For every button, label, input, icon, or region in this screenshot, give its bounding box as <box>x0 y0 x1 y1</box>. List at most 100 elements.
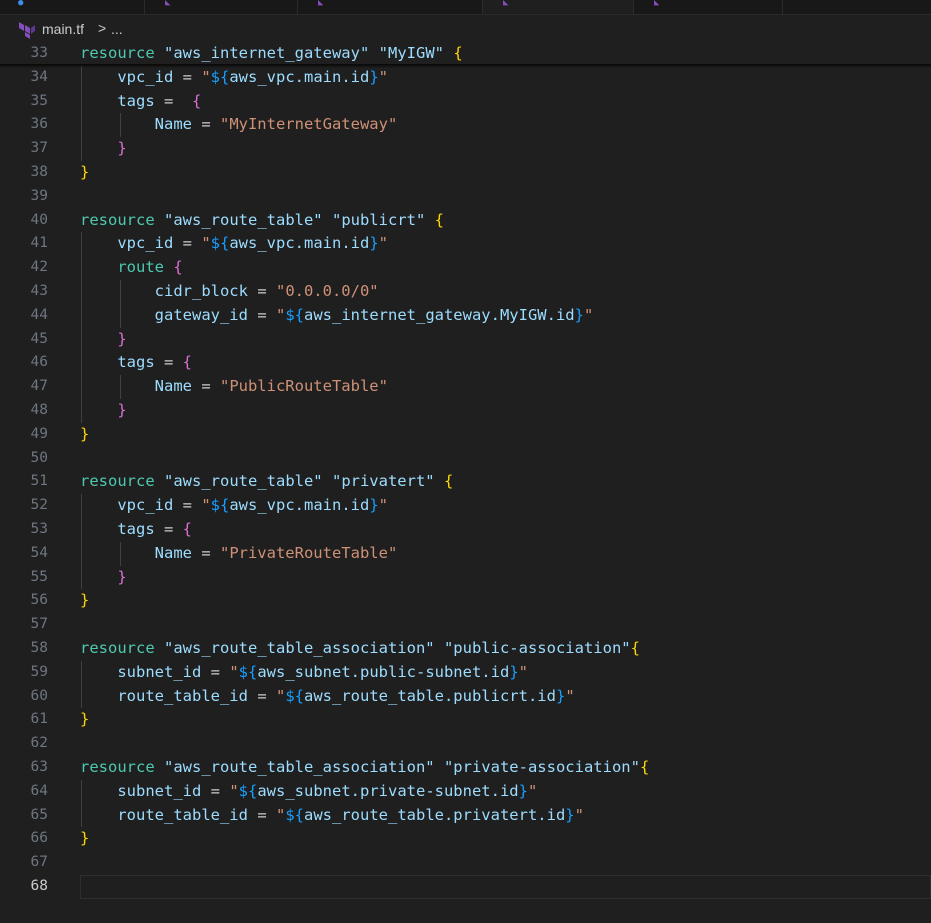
code-token: = <box>201 781 230 800</box>
indent-guide <box>81 113 82 138</box>
editor-tab[interactable]: ◣ <box>634 0 783 14</box>
code-text: } <box>80 161 89 185</box>
code-line[interactable]: 43 cidr_block = "0.0.0.0/0" <box>0 280 931 304</box>
code-line[interactable]: 67 <box>0 851 931 875</box>
code-line[interactable]: 40 resource "aws_route_table" "publicrt" … <box>0 209 931 233</box>
terraform-icon: ◣ <box>654 0 660 8</box>
code-token: vpc_id <box>80 496 174 515</box>
code-line[interactable]: 66} <box>0 827 931 851</box>
code-token: "MyInternetGateway" <box>219 115 398 134</box>
code-token: = <box>154 353 183 372</box>
code-text: route { <box>80 256 182 280</box>
code-text: resource "aws_route_table" "privatert" { <box>80 470 453 494</box>
code-line[interactable]: 64 subnet_id = "${aws_subnet.private-sub… <box>0 779 931 804</box>
code-token: } <box>117 567 127 586</box>
code-token: { <box>182 520 192 538</box>
line-number: 45 <box>30 330 48 347</box>
code-line[interactable]: 37 } <box>0 137 931 161</box>
code-token: gateway_id <box>80 305 248 324</box>
code-line[interactable]: 51 resource "aws_route_table" "privatert"… <box>0 470 931 494</box>
code-token: { <box>453 44 463 62</box>
line-number: 54 <box>30 544 48 561</box>
code-line[interactable]: 55 } <box>0 565 931 590</box>
code-line[interactable]: 42 route { <box>0 256 931 280</box>
breadcrumb-file[interactable]: main.tf <box>42 21 84 37</box>
code-line[interactable]: 60 route_table_id = "${aws_route_table.p… <box>0 684 931 709</box>
code-token: { <box>639 758 650 776</box>
code-line[interactable]: 62 <box>0 732 931 756</box>
code-token: "aws_internet_gateway" <box>164 44 370 62</box>
line-number: 68 <box>30 878 48 894</box>
code-token: " <box>201 496 211 515</box>
code-text: } <box>80 137 126 161</box>
code-line[interactable]: 68 <box>0 875 931 899</box>
editor-tab[interactable]: ● <box>0 0 145 14</box>
code-line[interactable]: 45 } <box>0 327 931 352</box>
code-line[interactable]: 59 subnet_id = "${aws_subnet.public-subn… <box>0 660 931 685</box>
code-token: ${ <box>285 305 304 324</box>
code-line[interactable]: 39 <box>0 185 931 209</box>
indent-guide <box>81 351 82 376</box>
code-line[interactable]: 48 } <box>0 399 931 423</box>
code-token: "privatert" <box>331 472 435 491</box>
code-line[interactable]: 47 Name = "PublicRouteTable" <box>0 375 931 399</box>
code-line[interactable]: 49} <box>0 423 931 447</box>
code-token: route <box>80 258 164 277</box>
line-number: 49 <box>30 425 48 442</box>
code-line[interactable]: 57 <box>0 613 931 637</box>
code-token: } <box>369 234 379 253</box>
code-line[interactable]: 61} <box>0 708 931 732</box>
code-line[interactable]: 44 gateway_id = "${aws_internet_gateway.… <box>0 303 931 328</box>
editor-tab[interactable]: ◣ <box>298 0 483 14</box>
code-token: = <box>173 496 202 515</box>
sticky-scroll-line[interactable]: 33 resource "aws_internet_gateway" "MyIG… <box>0 42 931 66</box>
code-token: aws_internet_gateway.MyIGW.id <box>304 305 575 324</box>
code-line[interactable]: 54 Name = "PrivateRouteTable" <box>0 541 931 566</box>
code-line[interactable]: 56} <box>0 589 931 613</box>
code-text: vpc_id = "${aws_vpc.main.id}" <box>80 494 388 518</box>
indent-guide <box>81 494 82 518</box>
code-line[interactable]: 52 vpc_id = "${aws_vpc.main.id}" <box>0 494 931 518</box>
code-line[interactable]: 34 vpc_id = "${aws_vpc.main.id}" <box>0 65 931 90</box>
code-text: Name = "PrivateRouteTable" <box>80 542 398 566</box>
code-token: vpc_id <box>80 67 174 86</box>
line-number: 64 <box>30 782 48 799</box>
code-token: route_table_id <box>80 805 248 824</box>
code-line[interactable]: 38} <box>0 161 931 185</box>
code-text: vpc_id = "${aws_vpc.main.id}" <box>80 66 388 90</box>
code-line[interactable]: 50 <box>0 447 931 471</box>
terraform-icon: ◣ <box>503 0 509 8</box>
code-token: } <box>117 401 127 419</box>
line-number: 61 <box>30 711 48 728</box>
code-text: subnet_id = "${aws_subnet.private-subnet… <box>80 780 537 804</box>
indent-guide <box>81 541 82 566</box>
line-number: 34 <box>30 68 48 85</box>
code-line[interactable]: 35 tags = { <box>0 89 931 114</box>
code-line[interactable]: 65 route_table_id = "${aws_route_table.p… <box>0 803 931 828</box>
code-token: aws_subnet.private-subnet.id <box>257 781 519 800</box>
editor-tab[interactable]: ◣ <box>145 0 298 14</box>
code-token: " <box>275 805 286 824</box>
code-token: = <box>247 305 276 324</box>
code-token: aws_vpc.main.id <box>229 67 370 86</box>
code-line[interactable]: 63 resource "aws_route_table_association"… <box>0 756 931 780</box>
editor-tab-strip: ● ◣ ◣ ◣ ◣ <box>0 0 931 15</box>
line-number: 41 <box>30 235 48 252</box>
breadcrumb-symbols[interactable]: ... <box>111 21 123 37</box>
code-line[interactable]: 58 resource "aws_route_table_association"… <box>0 637 931 661</box>
editor-tab-active[interactable]: ◣ <box>483 0 634 14</box>
code-line[interactable]: 53 tags = { <box>0 518 931 542</box>
code-text: gateway_id = "${aws_internet_gateway.MyI… <box>80 304 594 328</box>
code-token: "PrivateRouteTable" <box>219 543 398 562</box>
code-editor[interactable]: 33 resource "aws_internet_gateway" "MyIG… <box>0 42 931 923</box>
code-line[interactable]: 46 tags = { <box>0 351 931 376</box>
code-token: } <box>369 496 379 515</box>
indent-guide <box>119 303 121 328</box>
code-line[interactable]: 41 vpc_id = "${aws_vpc.main.id}" <box>0 232 931 257</box>
code-token: } <box>117 329 127 348</box>
code-line[interactable]: 36 Name = "MyInternetGateway" <box>0 113 931 138</box>
